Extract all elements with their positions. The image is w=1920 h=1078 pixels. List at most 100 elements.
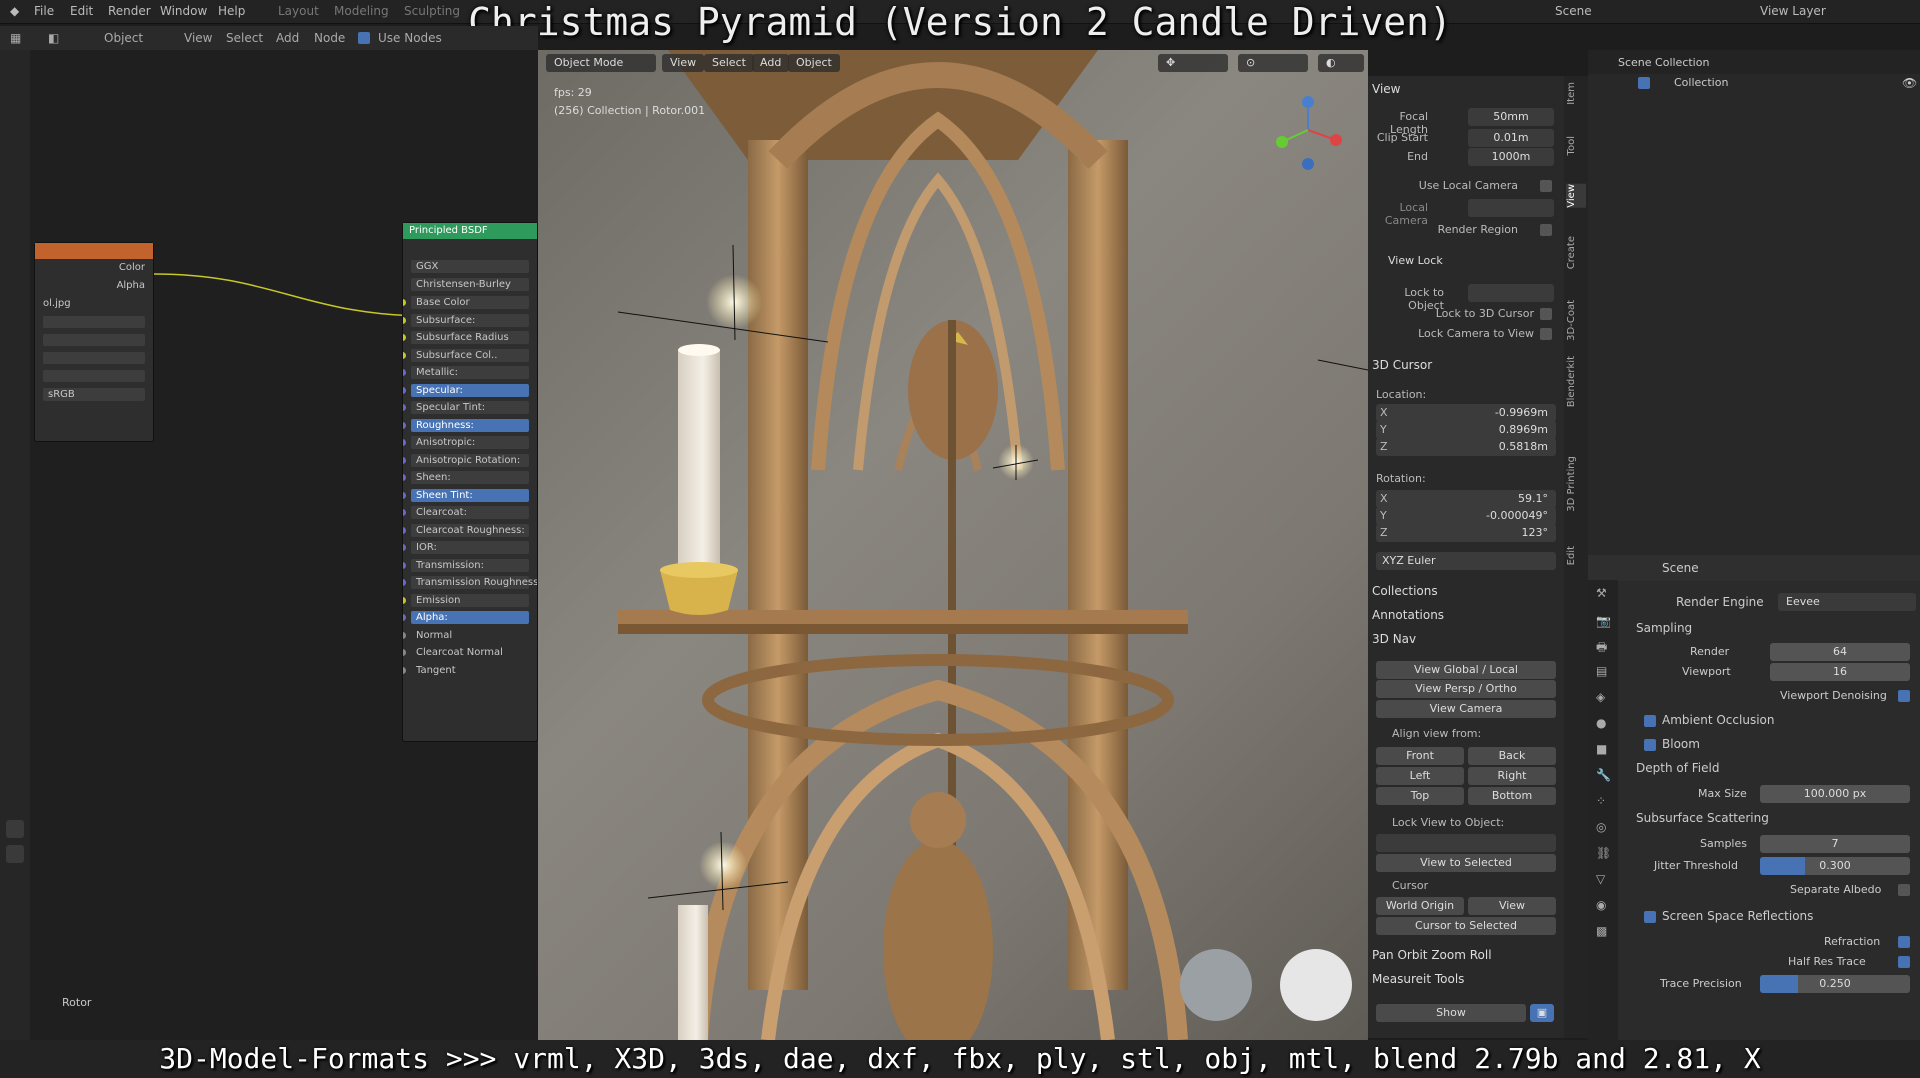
view-persp-ortho-button[interactable]: View Persp / Ortho — [1376, 680, 1556, 698]
bsdf-input-field[interactable]: Clearcoat Roughness: — [411, 523, 529, 537]
input-socket[interactable] — [403, 474, 406, 481]
view-global-local-button[interactable]: View Global / Local — [1376, 661, 1556, 679]
constraints-tab-icon[interactable]: ⛓ — [1596, 846, 1611, 860]
bsdf-input-row[interactable]: Emission — [403, 591, 537, 609]
ne-menu-select[interactable]: Select — [226, 31, 263, 45]
ao-section-header[interactable]: Ambient Occlusion — [1662, 713, 1774, 727]
input-socket[interactable] — [403, 351, 406, 359]
annotations-section-header[interactable]: Annotations — [1372, 608, 1444, 622]
render-region-checkbox[interactable] — [1540, 224, 1552, 236]
input-socket[interactable] — [403, 649, 406, 656]
object-type-icon[interactable]: ◧ — [48, 31, 59, 45]
image-source-dropdown[interactable] — [35, 367, 153, 385]
image-colorspace-dropdown[interactable]: sRGB — [35, 385, 153, 403]
ne-menu-view[interactable]: View — [184, 31, 212, 45]
bsdf-input-row[interactable]: Clearcoat Normal — [403, 643, 537, 661]
view-lock-subsection[interactable]: View Lock — [1388, 254, 1443, 267]
input-socket[interactable] — [403, 439, 406, 446]
sidebar-tab[interactable]: View — [1566, 184, 1586, 208]
bsdf-input-field[interactable]: Alpha: — [411, 611, 529, 624]
image-interp-dropdown[interactable] — [35, 313, 153, 331]
rotation-mode-dropdown[interactable]: XYZ Euler — [1376, 552, 1556, 570]
ne-menu-add[interactable]: Add — [276, 31, 299, 45]
bottom-view-button[interactable]: Bottom — [1468, 787, 1556, 805]
bsdf-input-field[interactable]: Metallic: — [411, 366, 529, 379]
render-engine-dropdown[interactable]: Eevee — [1778, 593, 1916, 611]
bsdf-input-row[interactable]: Anisotropic: — [403, 433, 537, 451]
output-tab-icon[interactable]: 🖶 — [1596, 638, 1607, 659]
focal-length-field[interactable]: 50mm — [1468, 108, 1554, 126]
refraction-checkbox[interactable] — [1898, 936, 1910, 948]
bsdf-input-row[interactable]: Subsurface Col.. — [403, 346, 537, 364]
outliner-collection-item[interactable]: Collection — [1674, 76, 1728, 89]
bsdf-input-field[interactable]: Subsurface Col.. — [411, 348, 529, 362]
bsdf-input-field[interactable]: Clearcoat: — [411, 506, 529, 519]
lock-to-object-field[interactable] — [1468, 284, 1554, 302]
bloom-section-header[interactable]: Bloom — [1662, 737, 1700, 751]
bsdf-input-row[interactable]: Tangent — [403, 661, 537, 679]
lock-view-object-field[interactable] — [1376, 834, 1556, 852]
cursor-to-selected-button[interactable]: Cursor to Selected — [1376, 917, 1556, 935]
bsdf-input-field[interactable]: Subsurface: — [411, 313, 529, 327]
bsdf-input-row[interactable]: Base Color — [403, 293, 537, 311]
bsdf-input-row[interactable]: Sheen Tint: — [403, 486, 537, 504]
scene-tab-icon[interactable]: ◈ — [1596, 690, 1605, 704]
ssr-section-header[interactable]: Screen Space Reflections — [1662, 909, 1813, 923]
bsdf-input-field[interactable]: Normal — [411, 629, 529, 642]
bsdf-input-field[interactable]: Specular Tint: — [411, 401, 529, 414]
ao-checkbox[interactable] — [1644, 715, 1656, 727]
vp-menu-select[interactable]: Select — [704, 54, 754, 72]
bsdf-input-row[interactable]: Clearcoat Roughness: — [403, 521, 537, 539]
view-to-selected-button[interactable]: View to Selected — [1376, 854, 1556, 872]
bsdf-node-header[interactable]: Principled BSDF — [403, 223, 537, 239]
tool-tab-icon[interactable]: ⚒ — [1596, 586, 1607, 600]
image-texture-node[interactable]: Color Alpha ol.jpg sRGB — [34, 242, 154, 442]
cursor-view-button[interactable]: View — [1468, 897, 1556, 915]
bsdf-input-field[interactable]: Sheen: — [411, 471, 529, 484]
input-socket[interactable] — [403, 421, 406, 429]
sss-section-header[interactable]: Subsurface Scattering — [1636, 811, 1769, 825]
object-tab-icon[interactable]: ■ — [1596, 742, 1607, 756]
image-color-output[interactable]: Color — [35, 259, 153, 277]
input-socket[interactable] — [403, 456, 406, 464]
bsdf-input-row[interactable]: Normal — [403, 626, 537, 644]
input-socket[interactable] — [403, 526, 406, 534]
bsdf-input-field[interactable]: Clearcoat Normal — [411, 646, 529, 659]
bsdf-input-row[interactable]: Clearcoat: — [403, 503, 537, 521]
bsdf-input-field[interactable]: Roughness: — [411, 418, 529, 432]
bsdf-input-field[interactable]: Transmission: — [411, 558, 529, 572]
input-socket[interactable] — [403, 386, 406, 394]
world-origin-button[interactable]: World Origin — [1376, 897, 1464, 915]
sidebar-tab[interactable]: Edit — [1566, 546, 1586, 565]
image-ext-dropdown[interactable] — [35, 349, 153, 367]
viewport-denoise-checkbox[interactable] — [1898, 690, 1910, 702]
bsdf-input-field[interactable]: Anisotropic Rotation: — [411, 453, 529, 467]
jitter-threshold-slider[interactable]: 0.300 — [1760, 857, 1910, 875]
input-socket[interactable] — [403, 561, 406, 569]
principled-bsdf-node[interactable]: Principled BSDF GGX Christensen-Burley B… — [402, 222, 538, 742]
bsdf-subsurface-method-dropdown[interactable]: Christensen-Burley — [403, 275, 537, 293]
cursor-loc-field[interactable]: 0.8969m — [1376, 421, 1556, 439]
input-socket[interactable] — [403, 666, 406, 674]
bsdf-input-row[interactable]: Metallic: — [403, 363, 537, 381]
vp-menu-view[interactable]: View — [662, 54, 705, 72]
input-socket[interactable] — [403, 579, 406, 586]
bsdf-input-field[interactable]: Tangent — [411, 664, 529, 677]
3d-viewport[interactable]: fps: 29 (256) Collection | Rotor.001 — [538, 50, 1368, 1040]
trace-precision-slider[interactable]: 0.250 — [1760, 975, 1910, 993]
bsdf-input-field[interactable]: Subsurface Radius — [411, 331, 529, 344]
modifier-tab-icon[interactable]: 🔧 — [1596, 768, 1611, 782]
input-socket[interactable] — [403, 404, 406, 411]
input-socket[interactable] — [403, 509, 406, 516]
bsdf-input-field[interactable]: Anisotropic: — [411, 436, 529, 449]
navigation-gizmo[interactable] — [1268, 90, 1348, 180]
image-node-header[interactable] — [35, 243, 153, 259]
image-proj-dropdown[interactable] — [35, 331, 153, 349]
local-camera-field[interactable] — [1468, 199, 1554, 217]
cursor-rot-field[interactable]: 59.1° — [1376, 490, 1556, 508]
ssr-checkbox[interactable] — [1644, 911, 1656, 923]
toolbar-annotate-icon[interactable] — [6, 845, 24, 863]
bsdf-input-row[interactable]: Alpha: — [403, 608, 537, 626]
top-view-button[interactable]: Top — [1376, 787, 1464, 805]
bsdf-input-row[interactable]: Subsurface: — [403, 311, 537, 329]
